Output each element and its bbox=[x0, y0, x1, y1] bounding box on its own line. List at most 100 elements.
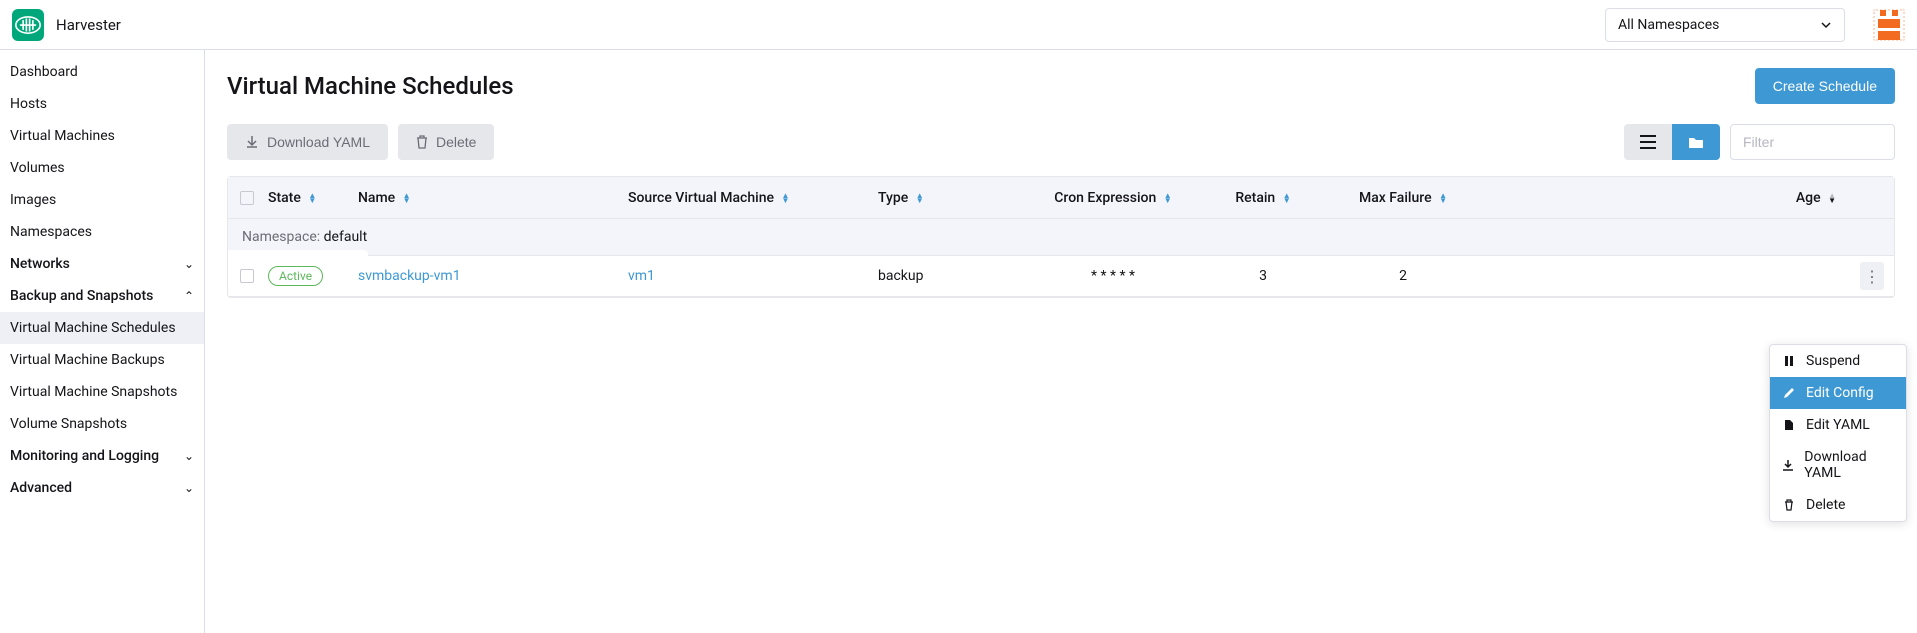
app-launcher-icon[interactable] bbox=[1873, 9, 1905, 41]
action-edit-config[interactable]: Edit Config bbox=[1770, 377, 1906, 409]
brand-logo bbox=[12, 9, 44, 41]
type-value: backup bbox=[878, 268, 923, 284]
sort-icon: ▲▼ bbox=[403, 193, 411, 203]
action-suspend[interactable]: Suspend bbox=[1770, 345, 1906, 377]
sidebar-item-vm-backups[interactable]: Virtual Machine Backups bbox=[0, 344, 204, 376]
sidebar-group-advanced[interactable]: Advanced ⌄ bbox=[0, 472, 204, 504]
sidebar-item-volumes[interactable]: Volumes bbox=[0, 152, 204, 184]
kebab-icon: ⋮ bbox=[1864, 267, 1880, 286]
col-header-age[interactable]: Age ▲▼ bbox=[1478, 190, 1882, 206]
sidebar-group-label: Monitoring and Logging bbox=[10, 448, 159, 464]
sidebar-item-label: Virtual Machine Backups bbox=[10, 352, 165, 368]
schedules-table: State ▲▼ Name ▲▼ Source Virtual Machine … bbox=[227, 176, 1895, 298]
main-content: Virtual Machine Schedules Create Schedul… bbox=[205, 50, 1917, 633]
action-edit-yaml[interactable]: Edit YAML bbox=[1770, 409, 1906, 441]
col-header-name[interactable]: Name ▲▼ bbox=[358, 190, 628, 206]
namespace-selector[interactable]: All Namespaces bbox=[1605, 8, 1845, 42]
download-icon bbox=[245, 135, 259, 149]
button-label: Download YAML bbox=[267, 134, 370, 150]
delete-button[interactable]: Delete bbox=[398, 124, 494, 160]
col-label: Cron Expression bbox=[1054, 190, 1156, 206]
row-actions-button[interactable]: ⋮ bbox=[1860, 262, 1884, 290]
sidebar-item-namespaces[interactable]: Namespaces bbox=[0, 216, 204, 248]
namespace-selector-value: All Namespaces bbox=[1618, 17, 1719, 33]
sidebar-item-vm-snapshots[interactable]: Virtual Machine Snapshots bbox=[0, 376, 204, 408]
download-yaml-button[interactable]: Download YAML bbox=[227, 124, 388, 160]
sort-icon: ▲▼ bbox=[1164, 193, 1172, 203]
trash-icon bbox=[1782, 499, 1796, 511]
folder-icon bbox=[1688, 135, 1704, 149]
sidebar-group-backup-snapshots[interactable]: Backup and Snapshots ⌃ bbox=[0, 280, 204, 312]
chevron-up-icon: ⌃ bbox=[184, 289, 194, 303]
col-header-cron[interactable]: Cron Expression ▲▼ bbox=[1028, 190, 1198, 206]
col-label: Type bbox=[878, 190, 908, 206]
sidebar-item-virtual-machines[interactable]: Virtual Machines bbox=[0, 120, 204, 152]
table-row: Active svmbackup-vm1 vm1 backup * * * * … bbox=[228, 256, 1894, 297]
sidebar-item-label: Hosts bbox=[10, 96, 47, 112]
sort-icon: ▲▼ bbox=[1283, 193, 1291, 203]
view-toggle bbox=[1624, 124, 1720, 160]
sidebar-item-label: Virtual Machine Schedules bbox=[10, 320, 176, 336]
col-header-state[interactable]: State ▲▼ bbox=[268, 190, 358, 206]
sidebar-item-label: Virtual Machine Snapshots bbox=[10, 384, 177, 400]
menu-item-label: Edit YAML bbox=[1806, 417, 1870, 433]
namespace-group-row: Namespace: default bbox=[228, 219, 1894, 256]
sidebar-item-hosts[interactable]: Hosts bbox=[0, 88, 204, 120]
menu-item-label: Suspend bbox=[1806, 353, 1860, 369]
col-label: Name bbox=[358, 190, 395, 206]
sidebar-group-networks[interactable]: Networks ⌄ bbox=[0, 248, 204, 280]
col-header-source[interactable]: Source Virtual Machine ▲▼ bbox=[628, 190, 878, 206]
sidebar-item-label: Dashboard bbox=[10, 64, 78, 80]
sidebar-item-label: Volumes bbox=[10, 160, 65, 176]
row-checkbox[interactable] bbox=[240, 269, 254, 283]
sidebar-group-monitoring-logging[interactable]: Monitoring and Logging ⌄ bbox=[0, 440, 204, 472]
pencil-icon bbox=[1782, 387, 1796, 399]
chevron-down-icon: ⌄ bbox=[184, 481, 194, 495]
page-title: Virtual Machine Schedules bbox=[227, 72, 514, 100]
sidebar-group-label: Backup and Snapshots bbox=[10, 288, 153, 304]
action-delete[interactable]: Delete bbox=[1770, 489, 1906, 521]
col-label: Age bbox=[1796, 190, 1821, 206]
sidebar-item-dashboard[interactable]: Dashboard bbox=[0, 56, 204, 88]
namespace-label: Namespace: bbox=[242, 229, 320, 245]
pause-icon bbox=[1782, 355, 1796, 367]
sidebar-item-label: Namespaces bbox=[10, 224, 92, 240]
sidebar: Dashboard Hosts Virtual Machines Volumes… bbox=[0, 50, 205, 633]
brand-name: Harvester bbox=[56, 16, 121, 34]
sidebar-item-volume-snapshots[interactable]: Volume Snapshots bbox=[0, 408, 204, 440]
download-icon bbox=[1782, 459, 1794, 471]
col-header-type[interactable]: Type ▲▼ bbox=[878, 190, 1028, 206]
sort-icon: ▲▼ bbox=[781, 193, 789, 203]
col-header-retain[interactable]: Retain ▲▼ bbox=[1198, 190, 1328, 206]
sort-icon: ▲▼ bbox=[308, 193, 316, 203]
action-download-yaml[interactable]: Download YAML bbox=[1770, 441, 1906, 489]
sidebar-group-label: Networks bbox=[10, 256, 70, 272]
table-header: State ▲▼ Name ▲▼ Source Virtual Machine … bbox=[228, 177, 1894, 219]
schedule-name-link[interactable]: svmbackup-vm1 bbox=[358, 268, 461, 284]
col-label: Retain bbox=[1235, 190, 1275, 206]
sidebar-item-vm-schedules[interactable]: Virtual Machine Schedules bbox=[0, 312, 204, 344]
menu-item-label: Download YAML bbox=[1804, 449, 1894, 481]
menu-item-label: Delete bbox=[1806, 497, 1845, 513]
wheat-icon bbox=[15, 12, 41, 38]
namespace-value: default bbox=[324, 229, 368, 245]
view-toggle-list[interactable] bbox=[1624, 124, 1672, 160]
retain-value: 3 bbox=[1259, 268, 1267, 284]
view-toggle-folder[interactable] bbox=[1672, 124, 1720, 160]
col-header-maxfail[interactable]: Max Failure ▲▼ bbox=[1328, 190, 1478, 206]
filter-input[interactable] bbox=[1730, 124, 1895, 160]
source-vm-link[interactable]: vm1 bbox=[628, 268, 655, 284]
cron-value: * * * * * bbox=[1091, 268, 1135, 284]
file-icon bbox=[1782, 419, 1796, 431]
menu-item-label: Edit Config bbox=[1806, 385, 1874, 401]
sidebar-item-label: Virtual Machines bbox=[10, 128, 115, 144]
sidebar-item-images[interactable]: Images bbox=[0, 184, 204, 216]
status-badge: Active bbox=[268, 266, 323, 286]
select-all-checkbox[interactable] bbox=[240, 191, 254, 205]
chevron-down-icon bbox=[1820, 19, 1832, 31]
top-header: Harvester All Namespaces bbox=[0, 0, 1917, 50]
chevron-down-icon: ⌄ bbox=[184, 257, 194, 271]
button-label: Delete bbox=[436, 134, 476, 150]
create-schedule-button[interactable]: Create Schedule bbox=[1755, 68, 1895, 104]
col-label: State bbox=[268, 190, 301, 206]
